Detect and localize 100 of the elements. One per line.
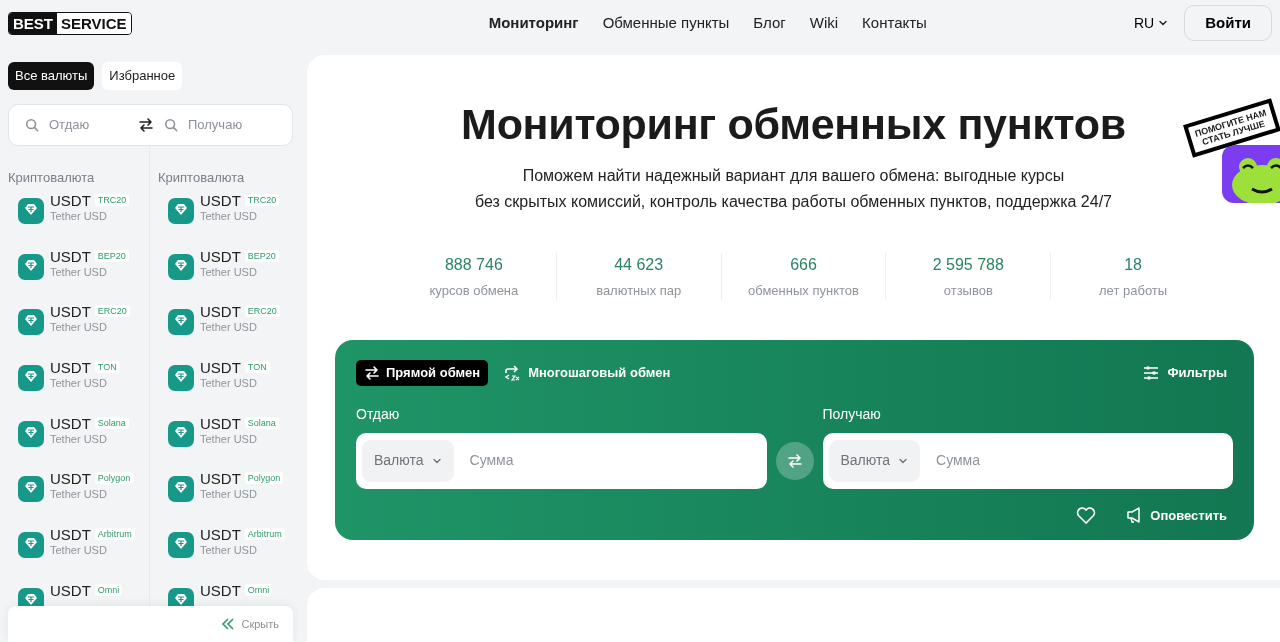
- currency-name: Tether USD: [50, 321, 108, 335]
- currency-item[interactable]: USDT $^{TON}$ Tether USD: [0, 358, 149, 414]
- coin-icon: [18, 532, 44, 559]
- currency-item[interactable]: USDT $^{Polygon}$ Tether USD: [0, 469, 149, 526]
- notify-button[interactable]: Оповестить: [1120, 504, 1233, 527]
- network-tag: TON: [94, 361, 120, 374]
- currency-name: Tether USD: [50, 377, 108, 391]
- section-heading: Криптовалюта: [158, 168, 246, 187]
- currency-name: Tether USD: [200, 265, 258, 279]
- currency-item[interactable]: USDT $^{Polygon}$ Tether USD: [150, 469, 300, 526]
- coin-icon: [168, 309, 194, 336]
- nav-link[interactable]: Wiki: [809, 11, 839, 35]
- currency-name: Tether USD: [50, 265, 108, 279]
- search-field[interactable]: Отдаю: [47, 113, 127, 136]
- currency-name: Tether USD: [50, 210, 108, 223]
- coin-icon: [168, 365, 194, 392]
- network-tag: Polygon: [244, 472, 284, 485]
- currency-item[interactable]: USDT $^{Solana}$ Tether USD: [150, 413, 300, 470]
- field-label: Отдаю: [356, 404, 401, 424]
- currency-item[interactable]: USDT $^{TRC20}$ Tether USD: [0, 191, 149, 247]
- currency-ticker: USDT: [50, 303, 91, 321]
- coin-icon: [18, 476, 44, 503]
- filter-tab[interactable]: Все валюты: [8, 62, 95, 90]
- network-tag: Polygon: [94, 472, 134, 485]
- nav-link[interactable]: Обменные пункты: [602, 11, 730, 35]
- currency-name: Tether USD: [200, 432, 258, 446]
- login-button[interactable]: Войти: [1184, 4, 1272, 42]
- currency-select[interactable]: Валюта: [362, 439, 454, 482]
- currency-select[interactable]: Валюта: [828, 439, 921, 482]
- currency-item[interactable]: USDT $^{TRC20}$ Tether USD: [150, 191, 300, 247]
- currency-name: Tether USD: [200, 210, 258, 223]
- currency-ticker: USDT: [200, 414, 241, 432]
- coin-icon: [18, 420, 44, 447]
- currency-item[interactable]: USDT $^{Arbitrum}$ Tether USD: [0, 525, 149, 581]
- favorite-button[interactable]: [1076, 504, 1097, 526]
- network-tag: TRC20: [94, 194, 130, 206]
- search-field[interactable]: Получаю: [186, 113, 266, 136]
- coin-icon: [18, 198, 44, 224]
- network-tag: Arbitrum: [94, 528, 135, 541]
- currency-item[interactable]: USDT $^{BEP20}$ Tether USD: [150, 246, 300, 303]
- stat-label: лет работы: [1098, 281, 1169, 300]
- currency-item[interactable]: USDT $^{Arbitrum}$ Tether USD: [150, 525, 300, 581]
- filters-icon: [1143, 365, 1160, 380]
- chevron-down-icon: [1158, 18, 1169, 28]
- currency-ticker: USDT: [50, 247, 91, 265]
- field-label: Получаю: [822, 404, 882, 424]
- currency-item[interactable]: USDT $^{ERC20}$ Tether USD: [150, 302, 300, 359]
- network-tag: Omni: [94, 583, 123, 596]
- network-tag: TRC20: [244, 194, 280, 206]
- currency-item[interactable]: USDT $^{Solana}$ Tether USD: [0, 413, 149, 470]
- section-heading: Криптовалюта: [8, 168, 96, 187]
- stat-value: 888 746: [443, 254, 504, 275]
- coin-icon: [18, 365, 44, 392]
- stat-label: обменных пунктов: [747, 281, 860, 300]
- logo[interactable]: BEST SERVICE: [8, 11, 132, 35]
- filters-button[interactable]: Фильтры: [1137, 362, 1233, 384]
- currency-ticker: USDT: [200, 192, 241, 209]
- exchange-input-field[interactable]: Валюта Сумма: [822, 432, 1233, 489]
- currency-name: Tether USD: [200, 544, 258, 558]
- coin-icon: [168, 420, 194, 447]
- currency-ticker: USDT: [200, 359, 241, 377]
- currency-name: Tether USD: [200, 377, 258, 391]
- swap-icon: [786, 452, 803, 469]
- exchange-mode-tab[interactable]: Многошаговый обмен: [496, 360, 679, 386]
- frog-drawing: [1222, 145, 1280, 203]
- currency-name: Tether USD: [200, 321, 258, 335]
- nav-link[interactable]: Контакты: [862, 11, 927, 35]
- currency-ticker: USDT: [50, 359, 91, 377]
- stat-value: 2 595 788: [931, 254, 1005, 275]
- currency-ticker: USDT: [50, 526, 91, 544]
- coin-icon: [168, 253, 194, 280]
- network-tag: Solana: [244, 416, 279, 429]
- page-subtitle: Поможем найти надежный вариант для вашего обмена: выгодные курсы без скрытых комиссий, контроль качества работы обменных пунктов, поддержка 24/7: [474, 165, 1112, 212]
- nav-link[interactable]: Мониторинг: [488, 11, 579, 35]
- stat-value: 44 623: [613, 254, 665, 275]
- network-tag: TON: [244, 361, 270, 374]
- currency-name: Tether USD: [50, 432, 108, 446]
- currency-ticker: USDT: [200, 247, 241, 265]
- language-selector[interactable]: RU: [1133, 12, 1169, 34]
- network-tag: BEP20: [94, 249, 129, 262]
- coin-icon: [168, 198, 194, 224]
- nav-link[interactable]: Блог: [753, 11, 786, 35]
- exchange-input-field[interactable]: Валюта Сумма: [356, 432, 767, 489]
- currency-name: Tether USD: [50, 544, 108, 558]
- coin-icon: [18, 253, 44, 280]
- search-icon: [25, 117, 39, 132]
- stat-label: курсов обмена: [428, 281, 520, 300]
- currency-item[interactable]: USDT $^{ERC20}$ Tether USD: [0, 302, 149, 359]
- currency-item[interactable]: USDT $^{BEP20}$ Tether USD: [0, 246, 149, 303]
- network-tag: ERC20: [244, 305, 280, 318]
- network-tag: Omni: [244, 583, 273, 596]
- exchange-mode-tab[interactable]: Прямой обмен: [356, 360, 489, 386]
- currency-item[interactable]: USDT $^{TON}$ Tether USD: [150, 358, 300, 414]
- page-title: Мониторинг обменных пунктов: [461, 99, 1126, 150]
- coin-icon: [18, 309, 44, 336]
- currency-ticker: USDT: [200, 470, 241, 488]
- currency-ticker: USDT: [50, 470, 91, 488]
- swap-icon: [137, 117, 154, 134]
- filter-tab[interactable]: Избранное: [102, 62, 183, 90]
- currency-ticker: USDT: [200, 303, 241, 321]
